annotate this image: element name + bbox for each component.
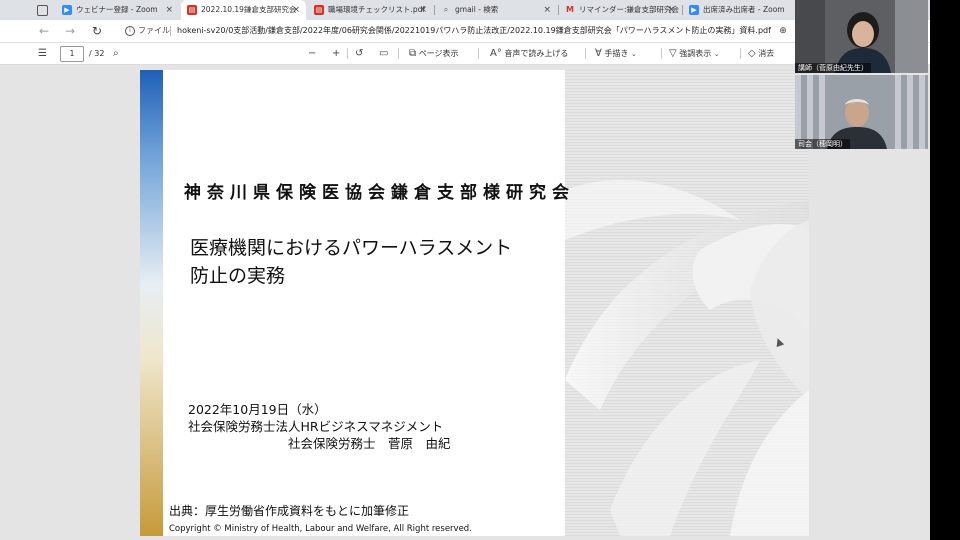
- pdf-icon: ▤: [187, 5, 197, 15]
- page-number-input[interactable]: 1: [60, 46, 84, 62]
- address-bar-row: ← → ↻ i ファイル hokeni-sv20/0支部活動/鎌倉支部/2022…: [0, 20, 930, 43]
- slide-wave-decoration: [565, 180, 809, 536]
- pdf-document-area[interactable]: 神奈川県保険医協会鎌倉支部様研究会 医療機関におけるパワーハラスメント 防止の実…: [0, 65, 930, 540]
- toolbar-separator: [661, 48, 662, 59]
- slide-color-bar: [140, 70, 163, 536]
- pdf-icon: ▤: [314, 5, 324, 15]
- eraser-icon: ◇: [748, 48, 756, 59]
- page-view-button[interactable]: ⧉ ページ表示: [409, 43, 459, 64]
- zoom-out-icon[interactable]: −: [308, 43, 316, 64]
- tab-checklist-pdf[interactable]: ▤ 職場環境チェックリスト.pdf ×: [308, 0, 433, 20]
- close-icon[interactable]: ×: [419, 0, 427, 20]
- screen-edge: [930, 0, 960, 540]
- tab-attendees-zoom[interactable]: ▶ 出席済み出席者 - Zoom: [683, 0, 795, 20]
- slide-company: 社会保険労務士法人HRビジネスマネジメント: [188, 419, 444, 434]
- slide-source: 出典：厚生労働省作成資料をもとに加筆修正: [169, 504, 410, 518]
- toolbar-separator: [478, 48, 479, 59]
- close-icon[interactable]: ×: [543, 0, 551, 20]
- read-aloud-button[interactable]: A° 音声で読み上げる: [490, 43, 568, 64]
- page-total: / 32: [89, 49, 105, 58]
- omnibox-separator: [170, 26, 171, 36]
- close-icon[interactable]: ×: [667, 0, 675, 20]
- toolbar-separator: [347, 48, 348, 59]
- tab-reminder-gmail[interactable]: M リマインダー:鎌倉支部研究会 ×: [559, 0, 681, 20]
- draw-icon: ∀: [595, 48, 602, 59]
- browser-window: ▶ ウェビナー登録 - Zoom × ▤ 2022.10.19鎌倉支部研究会 ×…: [0, 0, 930, 540]
- forward-arrow-icon[interactable]: →: [62, 23, 78, 39]
- participant-name: 講師（菅原由紀先生）: [795, 63, 871, 73]
- gmail-icon: M: [566, 5, 574, 14]
- draw-button[interactable]: ∀ 手描き ⌄: [595, 43, 637, 64]
- tab-bar: ▶ ウェビナー登録 - Zoom × ▤ 2022.10.19鎌倉支部研究会 ×…: [0, 0, 930, 20]
- participant-name: 司会（穂岡明）: [795, 139, 850, 149]
- highlight-icon: ▽: [669, 48, 677, 59]
- chevron-down-icon[interactable]: ⌄: [714, 44, 720, 65]
- slide-copyright: Copyright © Ministry of Health, Labour a…: [169, 524, 472, 534]
- info-icon[interactable]: i: [125, 26, 135, 36]
- chevron-down-icon[interactable]: ⌄: [631, 44, 637, 65]
- slide-presenter: 社会保険労務士 菅原 由紀: [288, 436, 451, 451]
- read-aloud-icon: A°: [490, 48, 502, 59]
- contents-menu-icon[interactable]: ☰: [38, 43, 47, 64]
- window-menu-icon[interactable]: [37, 5, 48, 16]
- video-tile-host[interactable]: 司会（穂岡明）: [795, 75, 928, 149]
- back-arrow-icon[interactable]: ←: [36, 23, 52, 39]
- slide-main-title: 医療機関におけるパワーハラスメント 防止の実務: [190, 237, 513, 287]
- rotate-icon[interactable]: ↺: [355, 43, 363, 64]
- address-bar[interactable]: i ファイル hokeni-sv20/0支部活動/鎌倉支部/2022年度/06研…: [115, 22, 795, 40]
- slide-page: 神奈川県保険医協会鎌倉支部様研究会 医療機関におけるパワーハラスメント 防止の実…: [140, 70, 809, 536]
- page-view-icon: ⧉: [409, 48, 417, 59]
- video-tile-lecturer[interactable]: 講師（菅原由紀先生）: [795, 0, 928, 73]
- participant-video-host: [795, 75, 928, 149]
- close-icon[interactable]: ×: [292, 0, 300, 20]
- toolbar-separator: [398, 48, 399, 59]
- zoom-icon: ▶: [689, 5, 699, 15]
- slide-org-title: 神奈川県保険医協会鎌倉支部様研究会: [184, 183, 575, 203]
- url-text: hokeni-sv20/0支部活動/鎌倉支部/2022年度/06研究会関係/20…: [177, 26, 771, 35]
- zoom-magnifier-icon[interactable]: ⊕: [775, 23, 791, 39]
- erase-button[interactable]: ◇ 消去: [748, 43, 774, 64]
- pdf-toolbar: ☰ 1 / 32 ⌕ − + ↺ ▭ ⧉ ページ表示 A° 音声で読み上げる ∀…: [0, 43, 930, 65]
- search-icon[interactable]: ⌕: [113, 43, 119, 64]
- reload-icon[interactable]: ↻: [89, 23, 105, 39]
- zoom-icon: ▶: [62, 5, 72, 15]
- toolbar-separator: [740, 48, 741, 59]
- fit-page-icon[interactable]: ▭: [379, 43, 388, 64]
- tab-gmail-search[interactable]: ⌕ gmail - 検索 ×: [435, 0, 557, 20]
- search-icon: ⌕: [443, 5, 449, 14]
- zoom-in-icon[interactable]: +: [332, 43, 340, 64]
- tab-webinar-zoom[interactable]: ▶ ウェビナー登録 - Zoom ×: [56, 0, 179, 20]
- tab-pdf-active[interactable]: ▤ 2022.10.19鎌倉支部研究会 ×: [181, 0, 306, 20]
- close-icon[interactable]: ×: [165, 0, 173, 20]
- highlight-button[interactable]: ▽ 強調表示 ⌄: [669, 43, 720, 64]
- slide-presenter-info: 2022年10月19日（水） 社会保険労務士法人HRビジネスマネジメント 社会保…: [188, 401, 451, 452]
- slide-date: 2022年10月19日（水）: [188, 402, 327, 417]
- toolbar-separator: [585, 48, 586, 59]
